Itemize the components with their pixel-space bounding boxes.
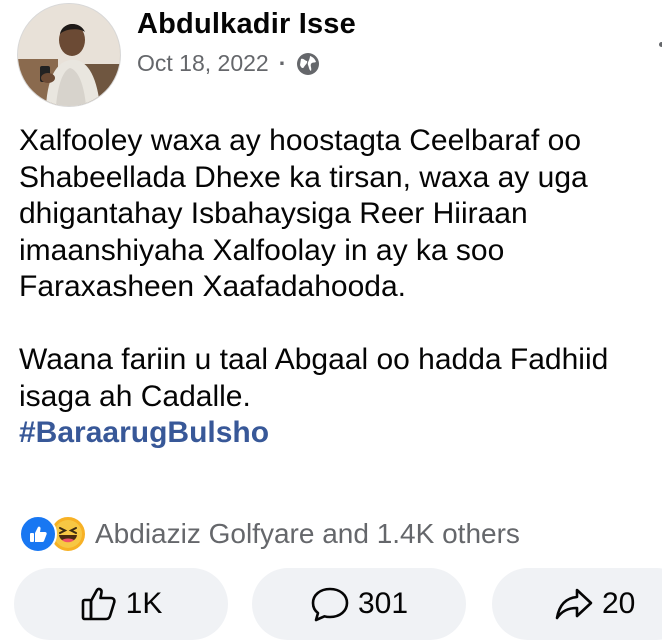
post-line: imaanshiyaha Xalfoolay in ay ka soo — [19, 233, 505, 267]
comment-count: 301 — [357, 587, 409, 620]
post-line: dhigantahay Isbahaysiga Reer Hiiraan — [19, 197, 528, 230]
post-text: Xalfooley waxa ay hoostagta Ceelbaraf oo… — [19, 123, 662, 452]
globe-icon — [296, 52, 320, 76]
reactions-summary-text[interactable]: Abdiaziz Golfyare and 1.4K others — [95, 518, 520, 550]
reactions-summary[interactable]: Abdiaziz Golfyare and 1.4K others — [19, 514, 520, 554]
like-count: 1K — [125, 587, 163, 620]
like-button[interactable]: 1K — [14, 568, 228, 640]
hashtag-link[interactable]: #BaraarugBulsho — [19, 415, 662, 452]
share-icon — [555, 588, 593, 620]
comment-icon — [311, 587, 349, 622]
post-line: Faraxasheen Xaafadahooda. — [19, 270, 406, 303]
comment-button[interactable]: 301 — [252, 568, 466, 640]
share-button[interactable]: 20 — [492, 568, 662, 640]
post-line: Waana fariin u taal Abgaal oo hadda Fadh… — [19, 343, 609, 376]
meta-separator: · — [278, 50, 287, 76]
share-count: 20 — [602, 587, 636, 620]
post-date[interactable]: Oct 18, 2022 — [137, 50, 269, 77]
post-line: isaga ah Cadalle. — [19, 379, 251, 413]
author-name[interactable]: Abdulkadir Isse — [137, 8, 356, 41]
like-reaction-icon — [19, 515, 57, 553]
like-icon — [81, 587, 116, 621]
post-line: Shabeellada Dhexe ka tirsan, waxa ay uga — [19, 160, 588, 194]
author-avatar[interactable] — [17, 3, 121, 107]
post-meta: Oct 18, 2022 · — [137, 50, 320, 77]
post-line: Xalfooley waxa ay hoostagta Ceelbaraf oo — [19, 124, 582, 157]
